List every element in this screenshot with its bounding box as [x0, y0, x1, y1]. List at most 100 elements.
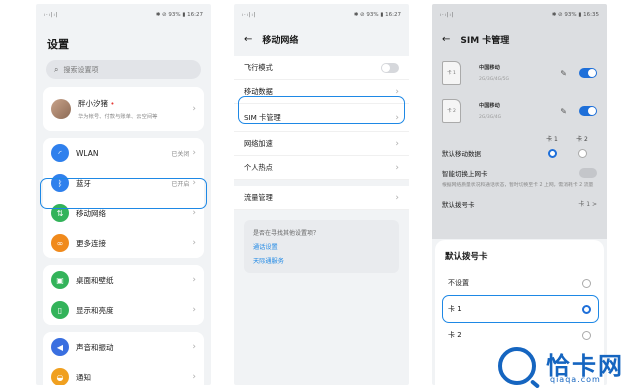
option-label: 卡 2 [448, 331, 462, 339]
chevron-right-icon: › [395, 192, 399, 203]
suggestion-box: 是否在寻找其他设置项？ 通话设置 天际通服务 [244, 220, 399, 273]
search-input[interactable]: ⌕ 搜索设置项 [46, 60, 201, 79]
page-title: 移动网络 [262, 35, 299, 46]
settings-item-label: 声音和振动 [76, 342, 114, 352]
row-value: 卡 1 > [578, 201, 597, 209]
airplane-mode-toggle[interactable] [381, 62, 399, 73]
profile-card[interactable]: 胖小汐猪 • 华为帐号、付款与账单、云空间等 › [43, 87, 204, 131]
chevron-right-icon: › [192, 372, 196, 382]
status-bar: ᵢ·ᵢ|ᵢ| ✱ ⊘ 93% ▮ 16:27 [234, 4, 409, 26]
settings-item-wlan[interactable]: ◜ WLAN 已关闭 › [43, 138, 204, 168]
chevron-right-icon: › [192, 148, 196, 158]
chevron-right-icon: › [192, 208, 196, 218]
status-right: ✱ ⊘ 93% ▮ 16:35 [551, 12, 599, 18]
default-dial-row[interactable]: 默认拨号卡 卡 1 > [432, 194, 607, 214]
sim-2-toggle[interactable] [579, 106, 597, 116]
settings-item-notifications[interactable]: ◒ 通知 › [43, 362, 204, 385]
search-placeholder: 搜索设置项 [63, 65, 99, 74]
sim-card-icon: 卡 2 [442, 99, 461, 123]
highlight-card1-option [442, 295, 599, 323]
settings-item-label: 移动网络 [76, 208, 106, 218]
watermark-logo: 恰卡网 qiaqa.com [496, 344, 641, 389]
wifi-icon: ◜ [51, 144, 69, 162]
settings-item-value: 已关闭 [171, 150, 190, 158]
smart-switch-description: 根据网络质量状况和通话状态，暂时切换至卡 2 上网，需消耗卡 2 流量 [442, 183, 594, 188]
search-icon: ⌕ [54, 64, 59, 74]
smart-switch-row[interactable]: 智能切换上网卡 [432, 163, 607, 183]
card-column-heads: 卡 1 卡 2 [432, 128, 607, 143]
page-title: SIM 卡管理 [460, 35, 510, 46]
settings-item-display[interactable]: ▯ 显示和亮度 › [43, 295, 204, 325]
back-arrow-icon[interactable]: ← [442, 34, 450, 45]
sim-card-1-row: 卡 1 中国移动 2G/3G/4G/5G ✎ [432, 56, 607, 90]
hotspot-row[interactable]: 个人热点 › [234, 156, 409, 180]
row-label: 默认拨号卡 [442, 200, 475, 209]
sim-management-screen: ᵢ·ᵢ|ᵢ| ✱ ⊘ 93% ▮ 16:35 ← SIM 卡管理 卡 1 中国移… [432, 4, 607, 385]
sheet-title: 默认拨号卡 [445, 252, 488, 262]
col-head-card1: 卡 1 [546, 136, 558, 143]
bell-icon: ◒ [51, 368, 69, 385]
link-icon: ∞ [51, 234, 69, 252]
col-head-card2: 卡 2 [576, 136, 588, 143]
sound-group: ◀ 声音和振动 › ◒ 通知 › [43, 332, 204, 385]
chevron-right-icon: › [192, 238, 196, 248]
skylink-service-link[interactable]: 天际通服务 [253, 256, 390, 265]
sim-card-icon: 卡 1 [442, 61, 461, 85]
edit-icon[interactable]: ✎ [560, 107, 567, 116]
default-data-row: 默认移动数据 [432, 143, 607, 163]
chevron-right-icon: › [192, 104, 196, 114]
profile-name: 胖小汐猪 [78, 99, 108, 108]
row-label: 默认移动数据 [442, 150, 481, 158]
settings-item-label: WLAN [76, 148, 99, 158]
signal-indicator: ᵢ·ᵢ|ᵢ| [440, 12, 455, 18]
traffic-management-row[interactable]: 流量管理 › [234, 186, 409, 210]
call-settings-link[interactable]: 通话设置 [253, 242, 390, 251]
settings-item-sound[interactable]: ◀ 声音和振动 › [43, 332, 204, 362]
sim-1-toggle[interactable] [579, 68, 597, 78]
status-bar: ᵢ·ᵢ|ᵢ| ✱ ⊘ 93% ▮ 16:35 [432, 4, 607, 26]
avatar [51, 99, 71, 119]
data-card2-radio[interactable] [577, 148, 587, 158]
sound-icon: ◀ [51, 338, 69, 356]
settings-item-label: 桌面和壁纸 [76, 275, 114, 285]
network-accel-row[interactable]: 网络加速 › [234, 132, 409, 156]
settings-item-label: 显示和亮度 [76, 305, 114, 315]
network-list: 飞行模式 移动数据 › SIM 卡管理 › 网络加速 › 个人热点 › 流量管理… [234, 56, 409, 210]
option-none[interactable]: 不设置 [435, 270, 604, 296]
nav-bar: ← 移动网络 [234, 26, 409, 52]
settings-item-wallpaper[interactable]: ▣ 桌面和壁纸 › [43, 265, 204, 295]
row-label: 个人热点 [244, 162, 273, 172]
option-radio[interactable] [582, 278, 591, 288]
airplane-mode-row[interactable]: 飞行模式 [234, 56, 409, 80]
signal-indicator: ᵢ·ᵢ|ᵢ| [242, 12, 257, 18]
status-right: ✱ ⊘ 93% ▮ 16:27 [353, 12, 401, 18]
highlight-mobile-network [40, 178, 207, 209]
option-radio[interactable] [582, 330, 591, 340]
row-label: 飞行模式 [244, 62, 273, 72]
sim-slot-label: 卡 2 [447, 109, 456, 114]
wallpaper-icon: ▣ [51, 271, 69, 289]
signal-indicator: ᵢ·ᵢ|ᵢ| [44, 12, 59, 18]
chevron-right-icon: › [192, 342, 196, 352]
smart-switch-toggle[interactable] [579, 168, 597, 178]
highlight-sim-management [238, 96, 405, 124]
settings-screen: ᵢ·ᵢ|ᵢ| ✱ ⊘ 93% ▮ 16:27 设置 ⌕ 搜索设置项 胖小汐猪 •… [36, 4, 211, 385]
profile-subtitle: 华为帐号、付款与账单、云空间等 [78, 114, 158, 120]
edit-icon[interactable]: ✎ [560, 69, 567, 78]
settings-item-more-connections[interactable]: ∞ 更多连接 › [43, 228, 204, 258]
back-arrow-icon[interactable]: ← [244, 34, 252, 45]
page-title: 设置 [47, 38, 69, 51]
watermark-domain: qiaqa.com [550, 375, 601, 384]
row-label: 流量管理 [244, 192, 273, 202]
sim-carrier: 中国移动 [479, 65, 500, 71]
row-label: 智能切换上网卡 [442, 170, 488, 178]
magnifier-icon [498, 347, 536, 385]
display-group: ▣ 桌面和壁纸 › ▯ 显示和亮度 › [43, 265, 204, 325]
sim-card-2-row: 卡 2 中国移动 2G/3G/4G ✎ [432, 94, 607, 128]
sim-slot-label: 卡 1 [447, 71, 456, 76]
nav-bar: ← SIM 卡管理 [432, 26, 607, 52]
option-label: 不设置 [448, 279, 469, 287]
data-card1-radio[interactable] [547, 148, 557, 158]
sim-network: 2G/3G/4G [479, 115, 502, 120]
chevron-right-icon: › [395, 138, 399, 149]
